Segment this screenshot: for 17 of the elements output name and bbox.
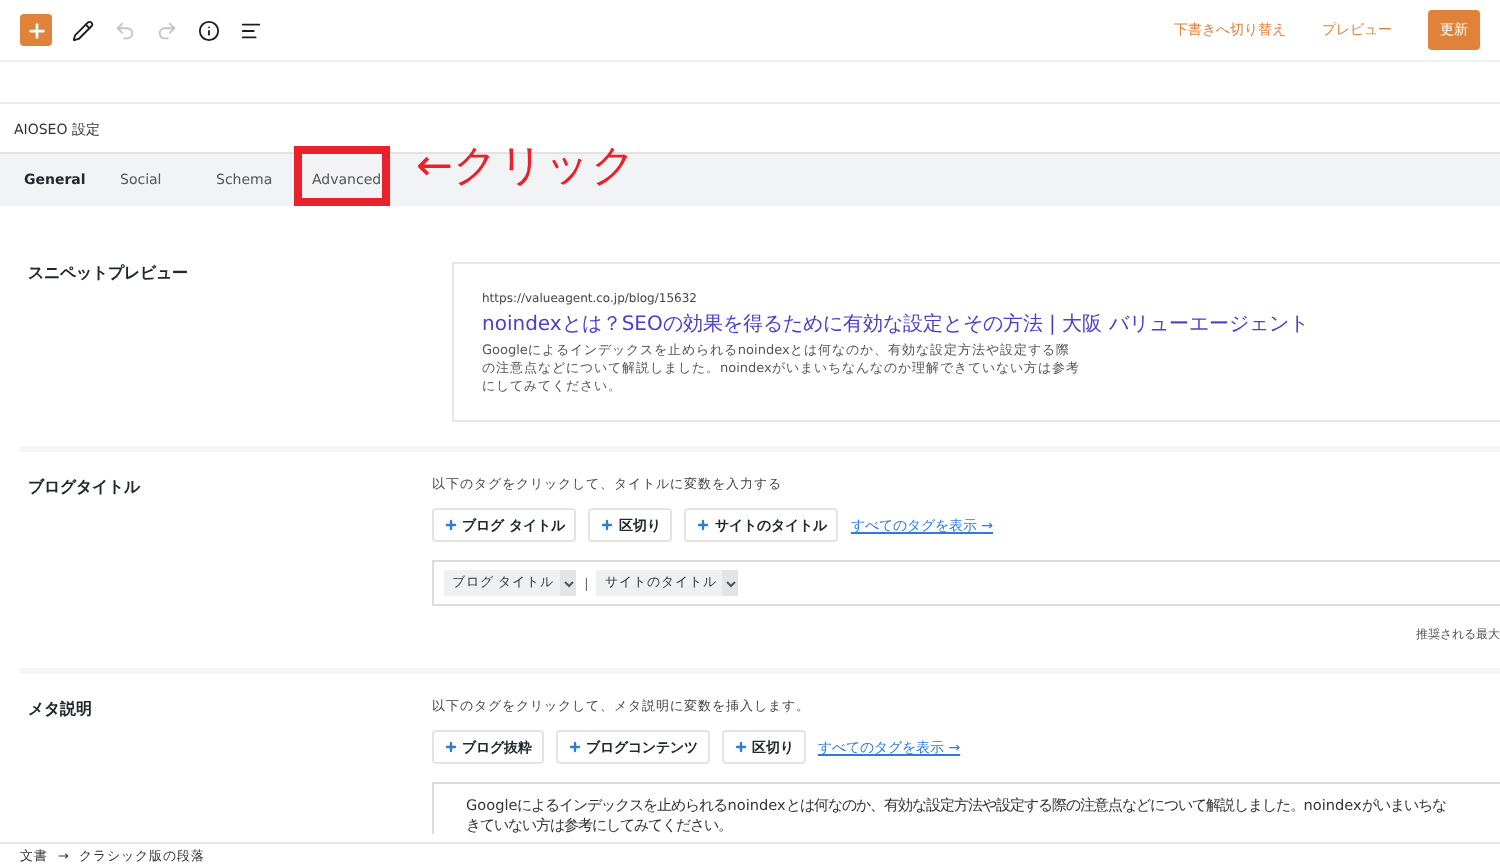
info-icon[interactable] xyxy=(198,19,220,41)
plus-icon xyxy=(25,19,47,41)
snippet-title: noindexとは？SEOの効果を得るために有効な設定とその方法 | 大阪 バリューエージェント xyxy=(482,311,1311,338)
plus-icon xyxy=(734,740,748,754)
plus-icon xyxy=(444,518,458,532)
plus-icon xyxy=(600,518,615,532)
chevron-icon xyxy=(722,570,739,596)
chevron-icon xyxy=(560,570,577,596)
add-block-button[interactable] xyxy=(20,14,52,46)
section-label: メタ説明 xyxy=(26,698,92,720)
list-icon[interactable] xyxy=(240,19,262,41)
section-label: スニペットプレビュー xyxy=(26,262,188,284)
pencil-icon[interactable] xyxy=(72,19,94,41)
plus-icon xyxy=(696,518,711,532)
plus-icon xyxy=(568,740,582,754)
plus-icon xyxy=(444,740,458,754)
section-label: ブログタイトル xyxy=(26,476,140,498)
